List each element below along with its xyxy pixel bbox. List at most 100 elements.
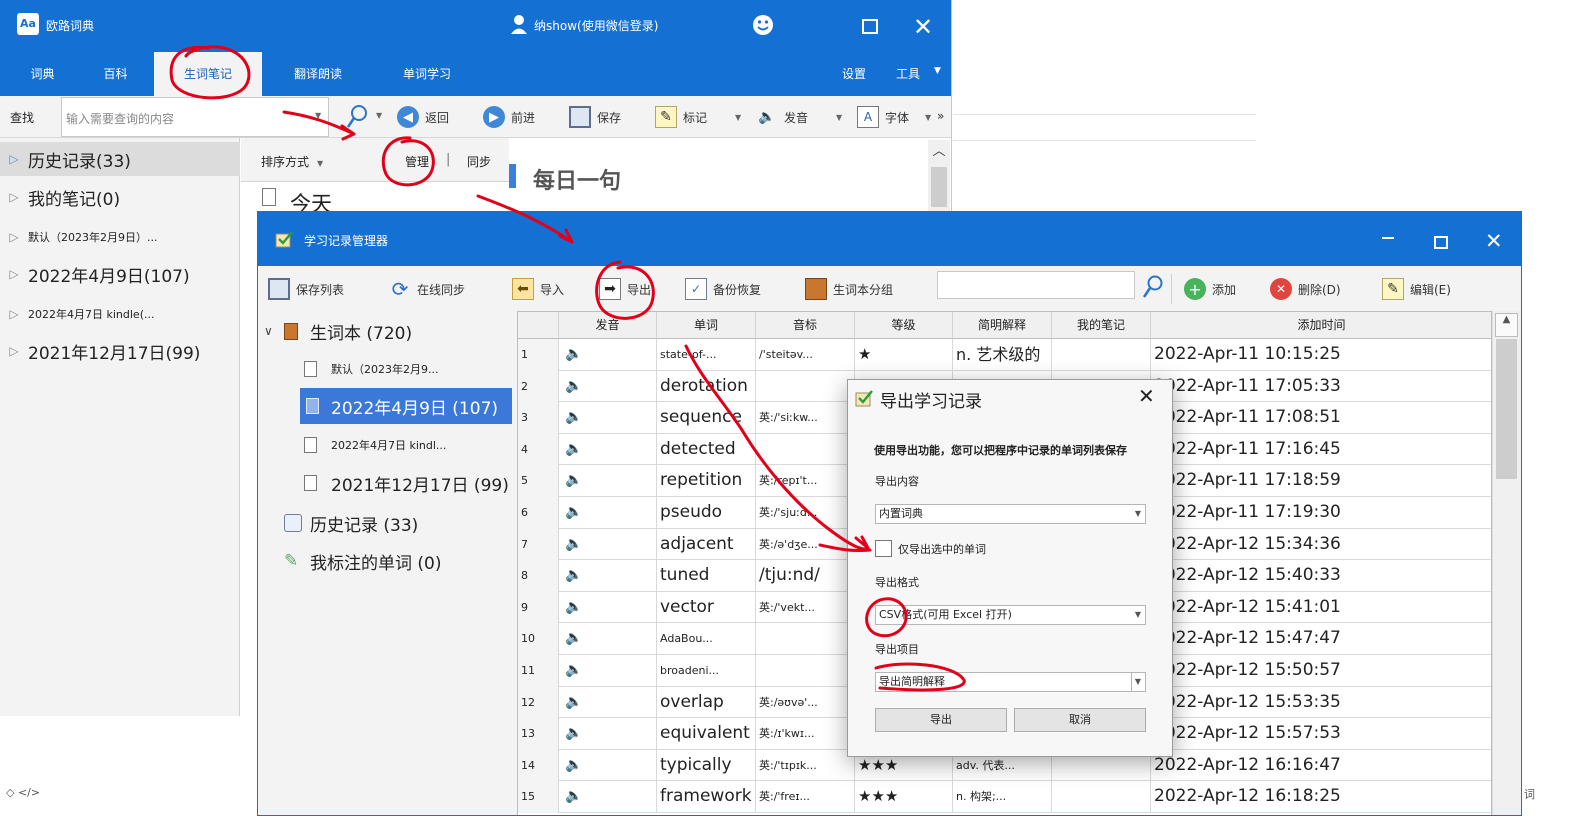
tree-item-2021-12-17[interactable]: 2021年12月17日 (99) — [304, 466, 509, 500]
edit-button[interactable]: ✎ 编辑(E) — [1382, 266, 1451, 312]
table-row[interactable]: 1 🔈 state-of-.../'steitəv... ★ n. 艺术级的 2022-A… — [518, 339, 1491, 371]
tree-item-history[interactable]: 历史记录 (33) — [284, 506, 418, 540]
sync-button[interactable]: 同步 — [467, 153, 491, 170]
word-cell[interactable]: state-of-... — [657, 339, 756, 371]
collapse-chevron-icon[interactable]: ∨ — [264, 324, 284, 338]
pronounce-button[interactable]: 🔈 发音 ▼ — [756, 96, 842, 138]
word-cell[interactable]: framework — [657, 781, 756, 813]
only-selected-checkbox[interactable] — [875, 540, 892, 557]
expand-icon[interactable]: ▷ — [0, 307, 28, 321]
word-cell[interactable]: AdaBou... — [657, 623, 756, 655]
speaker-icon[interactable]: 🔈 — [559, 560, 657, 592]
word-cell[interactable]: equivalent — [657, 718, 756, 750]
table-scrollbar[interactable]: ▲ — [1492, 311, 1520, 815]
speaker-icon[interactable]: 🔈 — [559, 497, 657, 529]
maximize-icon[interactable] — [862, 19, 878, 34]
speaker-icon[interactable]: 🔈 — [559, 781, 657, 813]
export-button[interactable]: ➡ 导出 — [599, 266, 651, 312]
scroll-up-icon[interactable]: ︿ — [928, 140, 950, 159]
speaker-icon[interactable]: 🔈 — [559, 718, 657, 750]
speaker-icon[interactable]: 🔈 — [559, 655, 657, 687]
pronounce-dropdown-icon[interactable]: ▼ — [836, 113, 842, 122]
mark-button[interactable]: ✎ 标记 ▼ — [655, 96, 741, 138]
items-select[interactable]: 导出简明解释 ▼ — [875, 672, 1146, 692]
tab-translate[interactable]: 翻译朗读 — [282, 52, 354, 96]
export-confirm-button[interactable]: 导出 — [875, 708, 1007, 732]
word-cell[interactable]: overlap — [657, 686, 756, 719]
speaker-icon[interactable]: 🔈 — [559, 623, 657, 655]
manage-button[interactable]: 管理 — [405, 153, 429, 170]
word-cell[interactable]: adjacent — [657, 528, 756, 561]
tree-item-2022-04-09[interactable]: 2022年4月9日 (107) — [300, 388, 512, 424]
feedback-smile-icon[interactable] — [752, 14, 774, 36]
word-cell[interactable]: pseudo — [657, 497, 756, 529]
expand-icon[interactable]: ▷ — [0, 190, 28, 204]
tab-dictionary[interactable]: 词典 — [10, 52, 75, 96]
table-row[interactable]: 15 🔈 framework 英:/'freɪ... ★★★ n. 构架;... 2022-… — [518, 781, 1491, 813]
more-overflow-icon[interactable]: » — [937, 109, 944, 123]
format-select[interactable]: CSV格式(可用 Excel 打开) ▼ — [875, 605, 1146, 625]
word-cell[interactable]: sequence — [657, 402, 756, 434]
tree-root-vocab[interactable]: ∨ 生词本 (720) — [264, 316, 412, 346]
column-header[interactable]: 等级 — [855, 312, 953, 339]
speaker-icon[interactable]: 🔈 — [559, 370, 657, 403]
delete-button[interactable]: ✕ 删除(D) — [1270, 266, 1341, 312]
speaker-icon[interactable]: 🔈 — [559, 465, 657, 497]
user-icon[interactable] — [510, 14, 528, 34]
backup-restore-button[interactable]: ✓ 备份恢复 — [685, 266, 761, 312]
speaker-icon[interactable]: 🔈 — [559, 528, 657, 561]
sidebar-item-history[interactable]: ▷ 历史记录(33) — [0, 142, 240, 176]
speaker-icon[interactable]: 🔈 — [559, 749, 657, 782]
tree-item-kindle[interactable]: 2022年4月7日 kindl... — [304, 430, 446, 460]
speaker-icon[interactable]: 🔈 — [559, 686, 657, 719]
content-select[interactable]: 内置词典 ▼ — [875, 504, 1146, 524]
expand-icon[interactable]: ▷ — [0, 152, 28, 166]
search-icon[interactable] — [345, 103, 369, 131]
close-icon[interactable]: ✕ — [1485, 226, 1503, 256]
sidebar-item-my-notes[interactable]: ▷ 我的笔记(0) — [0, 180, 240, 214]
speaker-icon[interactable]: 🔈 — [559, 433, 657, 466]
maximize-icon[interactable] — [1434, 236, 1448, 249]
forward-button[interactable]: ▶ 前进 — [483, 96, 535, 138]
tab-word-study[interactable]: 单词学习 — [390, 52, 464, 96]
search-input[interactable]: 输入需要查询的内容 — [61, 97, 329, 137]
save-list-button[interactable]: 保存列表 — [268, 266, 344, 312]
tab-vocab-notes[interactable]: 生词笔记 — [154, 52, 262, 96]
column-header[interactable]: 简明解释 — [953, 312, 1052, 339]
add-button[interactable]: + 添加 — [1184, 266, 1236, 312]
sidebar-item-kindle[interactable]: ▷ 2022年4月7日 kindle(... — [0, 299, 240, 329]
word-cell[interactable]: typically — [657, 749, 756, 782]
column-header[interactable]: 我的笔记 — [1052, 312, 1151, 339]
column-header[interactable]: 单词 — [657, 312, 756, 339]
expand-icon[interactable]: ▷ — [0, 230, 28, 244]
sidebar-item-2021-12-17[interactable]: ▷ 2021年12月17日(99) — [0, 334, 240, 368]
close-icon[interactable]: ✕ — [1138, 384, 1155, 408]
settings-menu[interactable]: 设置 — [834, 52, 874, 96]
tools-menu[interactable]: 工具 — [888, 52, 928, 96]
sidebar-item-2022-04-09[interactable]: ▷ 2022年4月9日(107) — [0, 257, 240, 291]
sidebar-item-default[interactable]: ▷ 默认（2023年2月9日）... — [0, 222, 240, 252]
scroll-thumb[interactable] — [1496, 339, 1517, 479]
cancel-button[interactable]: 取消 — [1014, 708, 1146, 732]
scroll-thumb[interactable] — [931, 167, 947, 207]
tab-encyclopedia[interactable]: 百科 — [83, 52, 148, 96]
search-history-dropdown-icon[interactable]: ▼ — [315, 111, 321, 120]
back-button[interactable]: ◀ 返回 — [397, 96, 449, 138]
search-options-icon[interactable]: ▼ — [376, 111, 382, 120]
word-cell[interactable]: vector — [657, 591, 756, 624]
font-button[interactable]: A 字体 ▼ — [857, 96, 931, 138]
minimize-icon[interactable] — [1382, 237, 1394, 239]
word-cell[interactable]: derotation — [657, 370, 756, 403]
word-cell[interactable]: tuned — [657, 560, 756, 592]
filter-input[interactable] — [937, 271, 1135, 299]
speaker-icon[interactable]: 🔈 — [559, 591, 657, 624]
column-header[interactable]: 音标 — [756, 312, 855, 339]
column-header[interactable]: 添加时间 — [1151, 312, 1491, 339]
scroll-up-icon[interactable]: ▲ — [1495, 313, 1518, 337]
vocab-group-button[interactable]: 生词本分组 — [805, 266, 893, 312]
tools-dropdown-icon[interactable]: ▼ — [934, 66, 941, 76]
font-dropdown-icon[interactable]: ▼ — [925, 113, 931, 122]
expand-icon[interactable]: ▷ — [0, 267, 28, 281]
tree-item-default[interactable]: 默认（2023年2月9... — [304, 354, 438, 384]
column-header[interactable]: 发音 — [559, 312, 657, 339]
